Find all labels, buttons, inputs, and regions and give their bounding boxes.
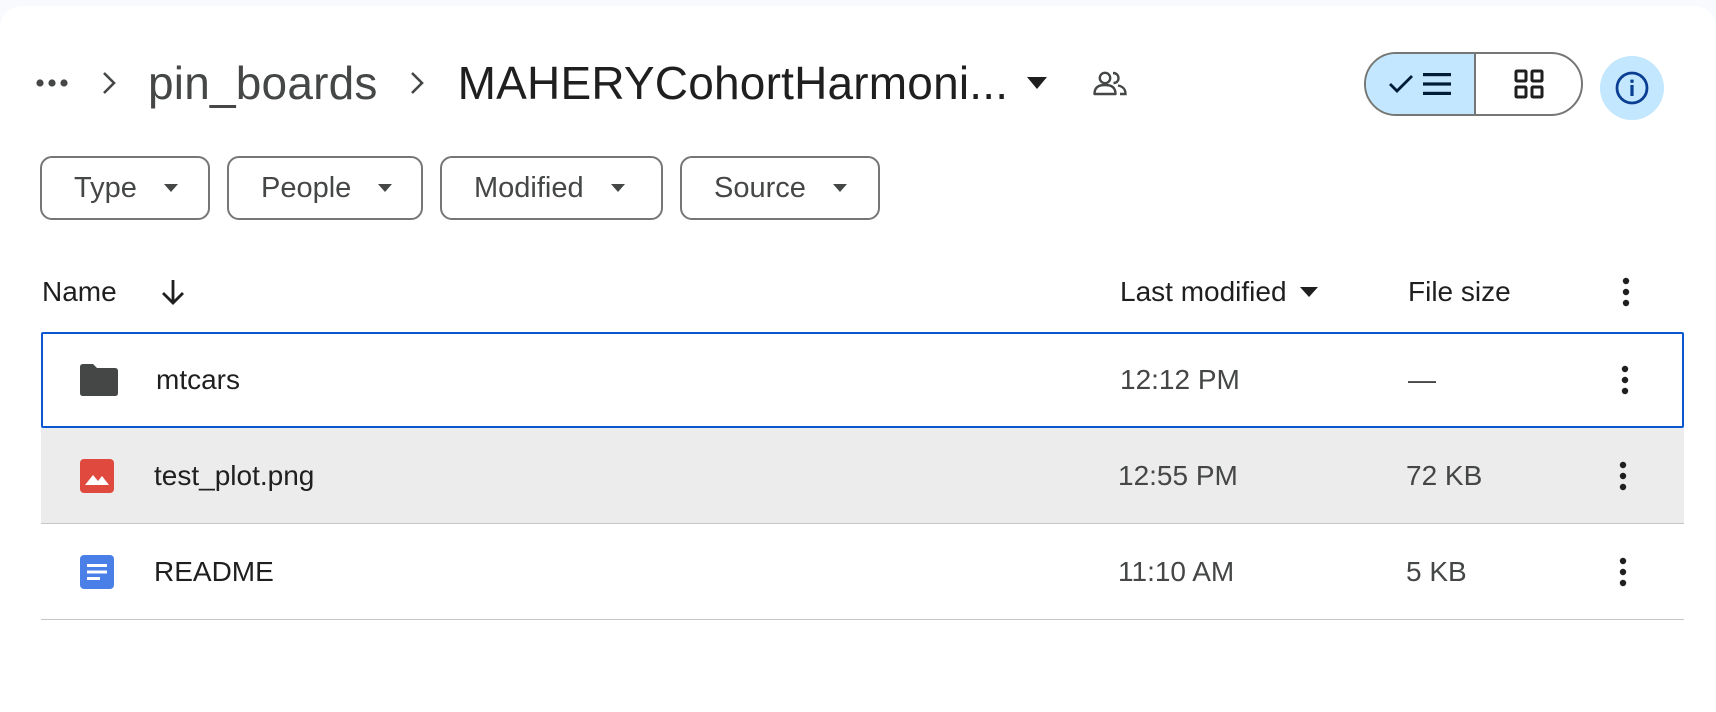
file-modified: 12:55 PM (1118, 459, 1238, 491)
caret-down-icon (163, 184, 178, 192)
details-info-button[interactable] (1600, 56, 1664, 120)
shared-people-icon[interactable] (1088, 61, 1132, 105)
table-row[interactable]: mtcars 12:12 PM — (41, 332, 1684, 428)
filter-chips: Type People Modified Source (40, 156, 880, 220)
breadcrumb: pin_boards MAHERYCohortHarmoni... (30, 46, 1132, 120)
current-folder-title: MAHERYCohortHarmoni... (457, 57, 1009, 109)
filter-people-chip[interactable]: People (227, 156, 423, 220)
column-header-last-modified[interactable]: Last modified (1120, 276, 1319, 308)
file-size: 5 KB (1406, 555, 1467, 587)
view-toggle (1364, 52, 1583, 116)
file-browser-panel: pin_boards MAHERYCohortHarmoni... Type P… (0, 6, 1716, 712)
file-size: — (1408, 364, 1436, 395)
breadcrumb-more-button[interactable] (30, 61, 74, 105)
grid-view-icon (1514, 69, 1543, 99)
caret-down-icon (1027, 77, 1048, 89)
caret-down-icon (610, 184, 625, 192)
column-name-label: Name (42, 276, 117, 307)
filter-modified-label: Modified (474, 171, 584, 204)
info-icon (1615, 71, 1649, 105)
row-more-actions-button[interactable] (1607, 454, 1639, 498)
column-last-modified-label: Last modified (1120, 276, 1287, 307)
table-header: Name Last modified File size (42, 262, 1684, 322)
more-vert-icon (1619, 461, 1627, 490)
caret-down-icon (832, 184, 847, 192)
row-more-actions-button[interactable] (1607, 550, 1639, 594)
file-name: mtcars (156, 364, 240, 395)
folder-icon (77, 358, 121, 402)
filter-type-label: Type (74, 171, 137, 204)
more-horiz-icon (36, 79, 68, 87)
column-header-file-size[interactable]: File size (1408, 276, 1511, 308)
check-icon (1389, 75, 1413, 93)
filter-source-chip[interactable]: Source (680, 156, 880, 220)
grid-view-button[interactable] (1476, 54, 1581, 114)
column-options-button[interactable] (1610, 272, 1642, 312)
arrow-down-icon[interactable] (157, 276, 189, 308)
more-vert-icon (1619, 557, 1627, 586)
file-modified: 11:10 AM (1118, 555, 1235, 587)
filter-people-label: People (261, 171, 352, 204)
filter-source-label: Source (714, 171, 806, 204)
file-name: README (154, 555, 274, 587)
column-header-name[interactable]: Name (42, 276, 189, 308)
table-row[interactable]: test_plot.png 12:55 PM 72 KB (41, 428, 1684, 524)
chevron-right-icon (74, 61, 144, 105)
filter-type-chip[interactable]: Type (40, 156, 210, 220)
breadcrumb-folder-pin-boards[interactable]: pin_boards (144, 56, 382, 110)
docs-icon (75, 550, 119, 594)
caret-down-icon (1299, 287, 1318, 297)
row-more-actions-button[interactable] (1609, 358, 1641, 402)
chevron-right-icon (382, 61, 452, 105)
breadcrumb-current-folder[interactable]: MAHERYCohortHarmoni... (452, 56, 1055, 110)
file-size: 72 KB (1406, 459, 1483, 491)
filter-modified-chip[interactable]: Modified (440, 156, 663, 220)
more-vert-icon (1621, 365, 1629, 395)
more-vert-icon (1622, 277, 1630, 307)
file-modified: 12:12 PM (1120, 364, 1240, 395)
caret-down-icon (378, 184, 393, 192)
table-row[interactable]: README 11:10 AM 5 KB (41, 524, 1684, 620)
list-view-button[interactable] (1366, 54, 1476, 114)
list-view-icon (1423, 73, 1451, 95)
image-icon (75, 454, 119, 498)
file-name: test_plot.png (154, 459, 315, 491)
